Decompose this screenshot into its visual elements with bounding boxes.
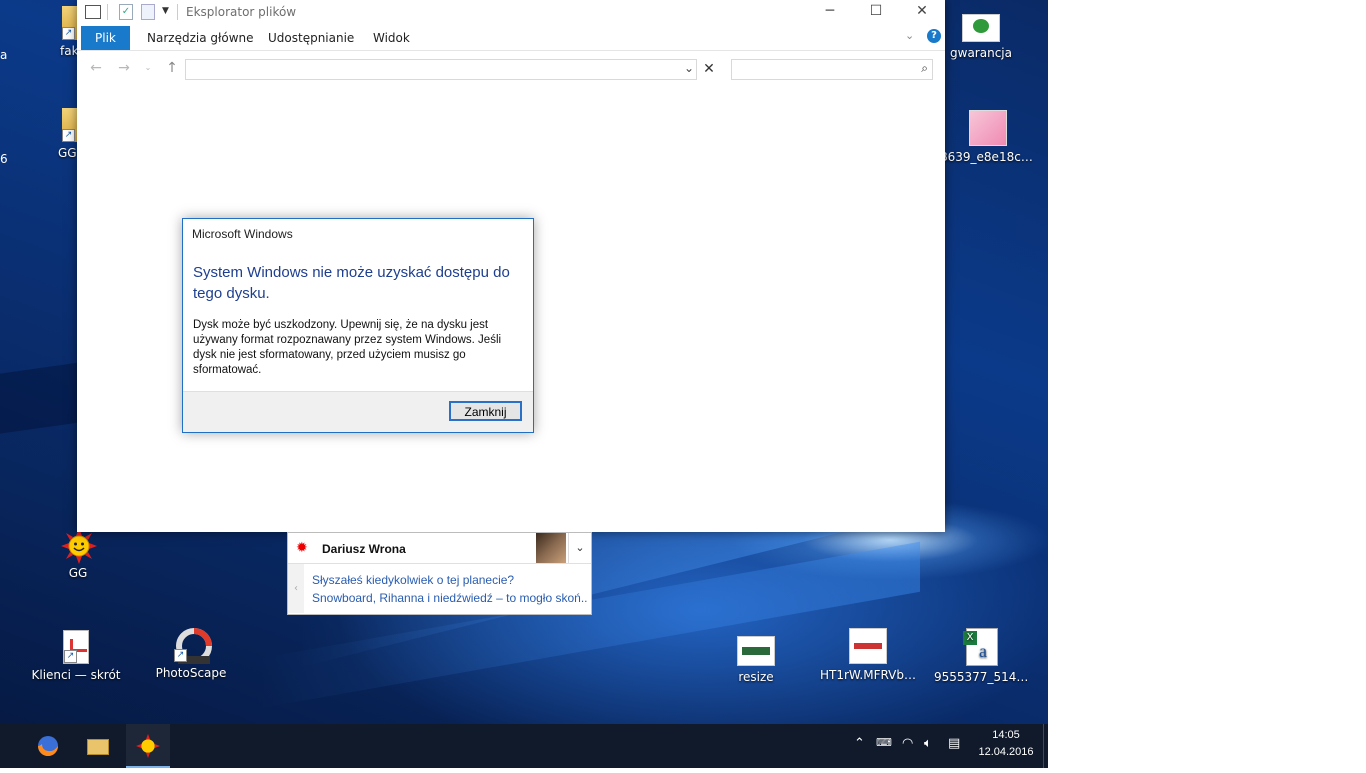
search-input[interactable]: ⌕ xyxy=(731,59,933,80)
ribbon-expand-icon[interactable]: ⌄ xyxy=(905,29,914,42)
excel-file-icon: X a xyxy=(963,628,998,666)
address-clear-icon[interactable]: ✕ xyxy=(699,59,719,80)
previous-arrow-icon[interactable]: ‹ xyxy=(288,564,304,613)
file-explorer-taskbar-icon[interactable] xyxy=(76,724,120,768)
keyboard-icon[interactable]: ⌨ xyxy=(876,736,892,749)
avatar xyxy=(536,533,566,563)
show-hidden-icons-icon[interactable]: ⌃ xyxy=(854,736,865,751)
qat-separator xyxy=(107,4,108,20)
desktop: a 6 ↗ fak ↗ GG GG ↗ Klienci — skrót ↗ Ph… xyxy=(0,0,1048,724)
dialog-message: Dysk może być uszkodzony. Upewnij się, ż… xyxy=(193,319,502,376)
explorer-app-icon xyxy=(85,5,101,19)
firefox-icon[interactable] xyxy=(26,724,70,768)
recent-locations-icon[interactable]: ⌄ xyxy=(139,59,157,77)
desktop-icon-klienci[interactable]: ↗ Klienci — skrót xyxy=(28,630,124,682)
action-center-icon[interactable]: ▤ xyxy=(948,736,960,751)
notification-link[interactable]: Snowboard, Rihanna i niedźwiedź – to mog… xyxy=(312,591,588,605)
clock-date: 12.04.2016 xyxy=(978,746,1034,758)
error-dialog: Microsoft Windows System Windows nie moż… xyxy=(182,218,534,433)
taskbar: ◉ ⌃ ⌨ ◠ 🔈︎ ▤ 14:05 12.04.2016 xyxy=(0,724,1048,768)
photoscape-icon: ↗ xyxy=(174,628,212,664)
qat-separator xyxy=(177,4,178,20)
wifi-icon[interactable]: ◠ xyxy=(902,736,913,751)
desktop-icon-gg[interactable]: GG xyxy=(30,528,126,580)
image-file-icon xyxy=(962,14,1000,42)
tab-file[interactable]: Plik xyxy=(81,26,130,50)
tab-view[interactable]: Widok xyxy=(359,26,424,50)
search-icon: ⌕ xyxy=(921,61,928,75)
properties-icon[interactable]: ✓ xyxy=(119,4,133,20)
help-icon[interactable]: ? xyxy=(927,29,941,43)
close-button[interactable]: ✕ xyxy=(899,0,945,24)
image-file-icon xyxy=(737,636,775,666)
qat-dropdown-icon[interactable]: ▼ xyxy=(162,6,169,22)
address-dropdown-icon[interactable]: ⌄ xyxy=(680,59,698,78)
clock-time: 14:05 xyxy=(992,729,1020,741)
dialog-title: Microsoft Windows xyxy=(192,227,293,241)
desktop-icon-photoscape[interactable]: ↗ PhotoScape xyxy=(143,628,239,680)
gg-notification[interactable]: ✹ Dariusz Wrona ⌄ ‹ Słyszałeś kiedykolwi… xyxy=(287,532,592,615)
maximize-button[interactable]: ☐ xyxy=(853,0,899,24)
desktop-icon-gwarancja[interactable]: gwarancja xyxy=(933,10,1029,60)
address-input[interactable] xyxy=(185,59,697,80)
document-shortcut-icon: ↗ xyxy=(63,630,89,664)
tab-share[interactable]: Udostępnianie xyxy=(254,26,368,50)
title-bar[interactable]: ✓ ▼ Eksplorator plików ─ ☐ ✕ xyxy=(77,0,945,24)
image-file-icon xyxy=(969,110,1007,146)
close-dialog-button[interactable]: Zamknij xyxy=(449,401,522,421)
desktop-icon-resize[interactable]: resize xyxy=(708,632,804,684)
gg-status-icon: ✹ xyxy=(296,540,308,556)
chevron-down-icon[interactable]: ⌄ xyxy=(568,533,591,563)
clock[interactable]: 14:05 12.04.2016 xyxy=(974,727,1038,761)
new-folder-icon[interactable] xyxy=(141,4,155,20)
minimize-button[interactable]: ─ xyxy=(807,0,853,24)
dialog-footer: Zamknij xyxy=(183,391,533,432)
notification-header: ✹ Dariusz Wrona ⌄ xyxy=(288,533,591,564)
dialog-heading: System Windows nie może uzyskać dostępu … xyxy=(193,264,510,302)
forward-icon[interactable]: → xyxy=(115,59,133,77)
edge-label: 6 xyxy=(0,152,8,166)
show-desktop-button[interactable] xyxy=(1043,724,1049,768)
gg-taskbar-icon[interactable] xyxy=(126,724,170,768)
tab-home[interactable]: Narzędzia główne xyxy=(133,26,268,50)
up-icon[interactable]: ↑ xyxy=(163,59,181,77)
ribbon-tabs: Plik Narzędzia główne Udostępnianie Wido… xyxy=(77,24,945,51)
start-partial-icon[interactable]: ◉ xyxy=(0,724,14,768)
desktop-icon-9555377[interactable]: X a 9555377_514981 xyxy=(934,628,1030,684)
edge-label: a xyxy=(0,48,8,62)
notification-link[interactable]: Słyszałeś kiedykolwiek o tej planecie? xyxy=(312,573,588,587)
volume-icon[interactable]: 🔈︎ xyxy=(924,736,932,751)
address-bar-row: ← → ⌄ ↑ ⌄ ✕ ⌕ xyxy=(77,51,945,85)
desktop-icon-ht1rw[interactable]: HT1rW.MFRVbXX... xyxy=(820,628,916,682)
window-title: Eksplorator plików xyxy=(186,5,297,19)
desktop-icon-8639[interactable]: 8639_e8e18cba8... xyxy=(940,110,1036,164)
image-file-icon xyxy=(849,628,887,664)
gg-sun-icon xyxy=(61,528,97,564)
back-icon[interactable]: ← xyxy=(87,59,105,77)
notification-sender: Dariusz Wrona xyxy=(322,542,406,556)
